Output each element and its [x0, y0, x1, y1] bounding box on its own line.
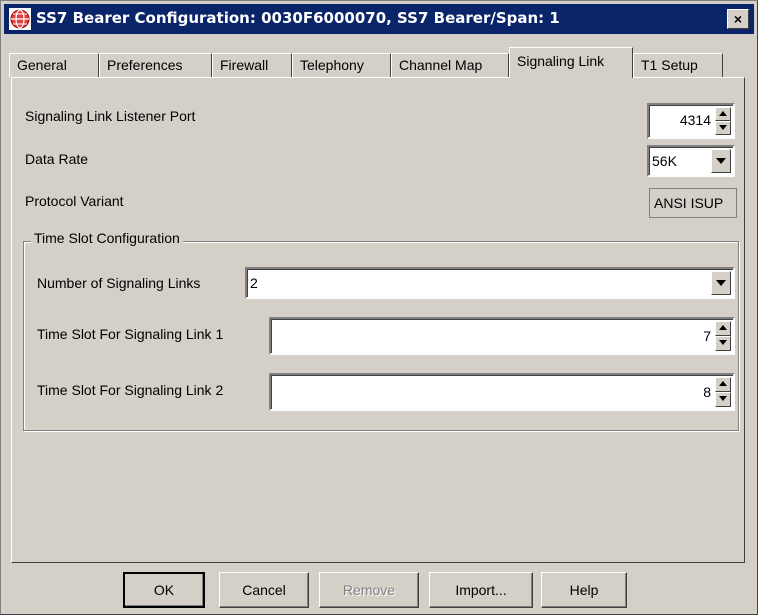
- tab-signaling-link[interactable]: Signaling Link: [509, 47, 633, 78]
- close-button[interactable]: ×: [727, 9, 749, 29]
- slot1-label: Time Slot For Signaling Link 1: [37, 326, 224, 342]
- ok-button[interactable]: OK: [123, 572, 205, 608]
- slot2-label: Time Slot For Signaling Link 2: [37, 382, 224, 398]
- tab-channel-map[interactable]: Channel Map: [391, 53, 509, 77]
- num-links-value: 2: [250, 275, 258, 291]
- slot2-stepper[interactable]: [715, 377, 731, 407]
- listener-port-label: Signaling Link Listener Port: [25, 108, 196, 124]
- cancel-button[interactable]: Cancel: [219, 572, 309, 608]
- listener-port-value: 4314: [679, 112, 711, 128]
- tab-t1-setup[interactable]: T1 Setup: [633, 53, 723, 77]
- num-links-label: Number of Signaling Links: [37, 275, 201, 291]
- help-button[interactable]: Help: [541, 572, 627, 608]
- protocol-variant-field: ANSI ISUP: [649, 188, 737, 218]
- slot1-stepper[interactable]: [715, 321, 731, 351]
- spin-down-icon[interactable]: [715, 336, 731, 351]
- spin-down-icon[interactable]: [715, 121, 731, 135]
- chevron-down-icon[interactable]: [711, 149, 731, 173]
- slot1-spinner[interactable]: 7: [269, 317, 735, 355]
- title-bar[interactable]: SS7 Bearer Configuration: 0030F6000070, …: [4, 4, 754, 34]
- spin-up-icon[interactable]: [715, 321, 731, 336]
- chevron-down-icon[interactable]: [711, 271, 731, 295]
- protocol-variant-label: Protocol Variant: [25, 193, 124, 209]
- tab-firewall[interactable]: Firewall: [212, 53, 292, 77]
- tab-telephony[interactable]: Telephony: [292, 53, 391, 77]
- import-button[interactable]: Import...: [429, 572, 533, 608]
- window-title: SS7 Bearer Configuration: 0030F6000070, …: [36, 9, 560, 27]
- spin-down-icon[interactable]: [715, 392, 731, 407]
- spin-up-icon[interactable]: [715, 107, 731, 121]
- globe-icon: [9, 8, 31, 30]
- dialog-window: SS7 Bearer Configuration: 0030F6000070, …: [0, 0, 758, 615]
- time-slot-group-title: Time Slot Configuration: [31, 230, 183, 246]
- data-rate-label: Data Rate: [25, 151, 89, 167]
- slot2-value: 8: [703, 384, 711, 400]
- data-rate-dropdown[interactable]: 56K: [647, 145, 735, 177]
- slot1-value: 7: [703, 328, 711, 344]
- protocol-variant-value: ANSI ISUP: [654, 195, 724, 211]
- tab-preferences[interactable]: Preferences: [99, 53, 212, 77]
- spin-up-icon[interactable]: [715, 377, 731, 392]
- remove-button[interactable]: Remove: [319, 572, 419, 608]
- num-links-dropdown[interactable]: 2: [245, 267, 735, 299]
- slot2-spinner[interactable]: 8: [269, 373, 735, 411]
- listener-port-stepper[interactable]: [715, 107, 731, 135]
- listener-port-spinner[interactable]: 4314: [647, 103, 735, 139]
- tab-general[interactable]: General: [9, 53, 99, 77]
- data-rate-value: 56K: [652, 153, 677, 169]
